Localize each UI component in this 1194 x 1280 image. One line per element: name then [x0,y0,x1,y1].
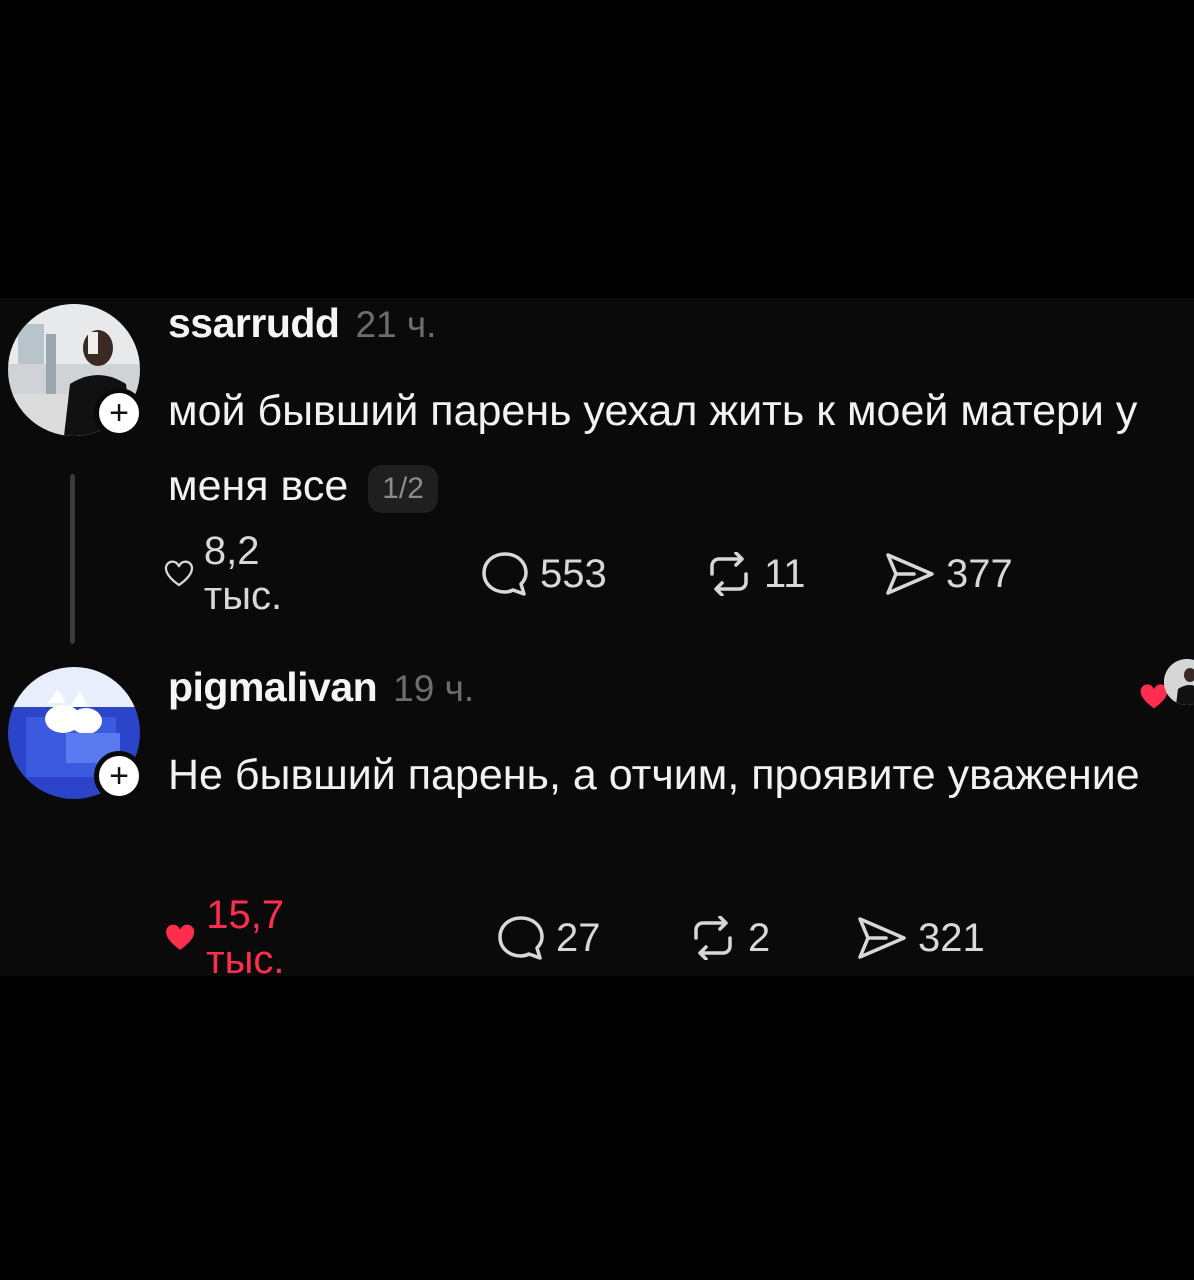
share-icon [858,917,906,959]
like-button[interactable]: 15,7 тыс. [164,893,306,982]
share-count: 321 [918,915,985,960]
comment-button[interactable]: 553 [480,544,607,604]
share-button[interactable]: 377 [884,544,1013,604]
repost-button[interactable]: 11 [704,544,806,604]
post-text: мой бывший парень уехал жить к моей мате… [168,374,1158,524]
page-indicator: 1/2 [368,464,438,513]
like-button[interactable]: 8,2 тыс. [164,529,298,618]
post-header: pigmalivan 19 ч. [168,664,474,711]
repost-icon [694,916,732,960]
thread-connector [70,474,75,644]
like-count: 15,7 тыс. [206,893,285,982]
timestamp: 21 ч. [355,304,437,345]
heart-icon [164,560,194,587]
share-icon [886,553,934,595]
post-text: Не бывший парень, а отчим, проявите уваж… [168,738,1158,813]
avatar-ssarrudd[interactable]: + [8,304,144,438]
follow-plus-icon[interactable]: + [94,751,144,801]
repost-button[interactable]: 2 [688,908,770,968]
post-body: мой бывший парень уехал жить к моей мате… [168,387,1138,510]
heart-icon [166,924,195,950]
repost-count: 11 [764,551,806,596]
comment-button[interactable]: 27 [496,908,601,968]
timestamp: 19 ч. [393,668,475,709]
repost-icon [710,552,748,596]
comment-icon [482,552,528,596]
post-body: Не бывший парень, а отчим, проявите уваж… [168,751,1140,799]
share-count: 377 [946,551,1013,596]
share-button[interactable]: 321 [856,908,985,968]
comment-count: 27 [556,915,601,960]
follow-plus-icon[interactable]: + [94,388,144,438]
comment-count: 553 [540,551,607,596]
username[interactable]: pigmalivan [168,664,378,711]
repost-count: 2 [748,915,771,960]
comment-icon [498,916,544,960]
avatar-pigmalivan[interactable]: + [8,667,144,801]
post-header: ssarrudd 21 ч. [168,300,436,347]
like-count: 8,2 тыс. [203,529,283,618]
username[interactable]: ssarrudd [168,300,340,347]
